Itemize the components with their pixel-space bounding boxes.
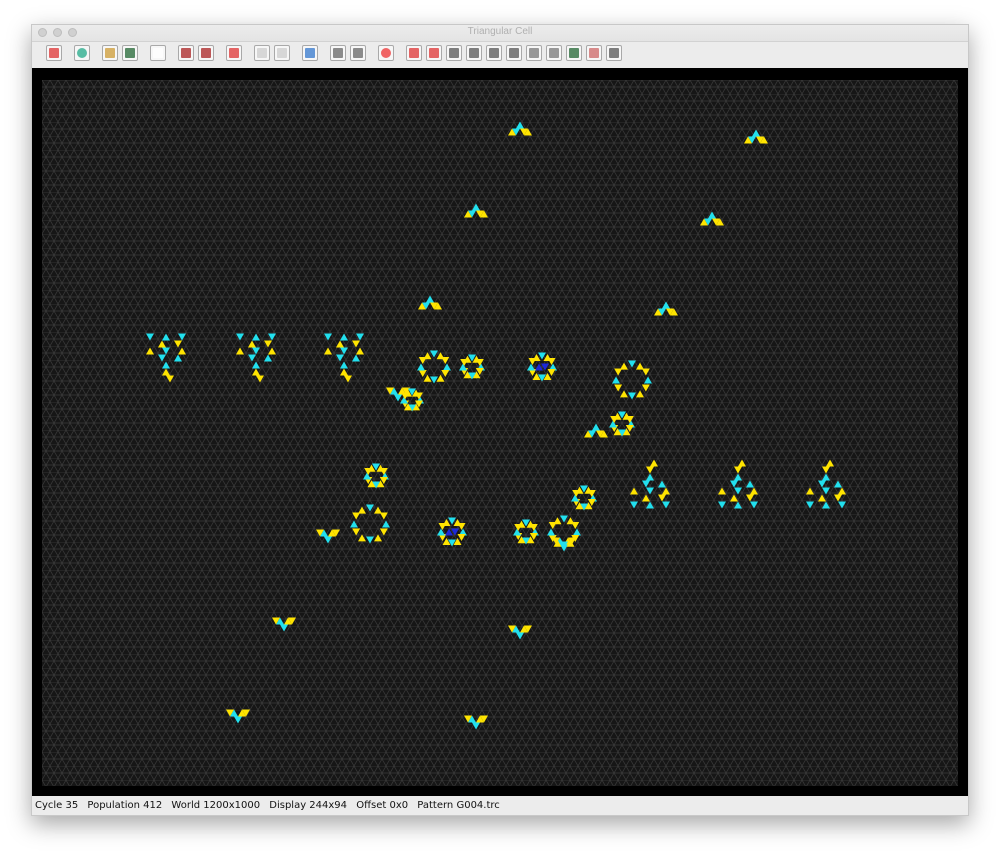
list-icon <box>333 48 343 58</box>
triangle-button[interactable] <box>486 45 502 61</box>
save-disk-button[interactable] <box>122 45 138 61</box>
close-red-x-button[interactable] <box>46 45 62 61</box>
run-button[interactable] <box>178 45 194 61</box>
close-red-x-icon <box>49 48 59 58</box>
world-size: World 1200x1000 <box>171 800 261 811</box>
clear-alt-button[interactable] <box>426 45 442 61</box>
run-icon <box>181 48 191 58</box>
display-size: Display 244x94 <box>269 800 348 811</box>
pattern-button[interactable] <box>586 45 602 61</box>
grid-icon <box>277 48 287 58</box>
triangle-alt-icon <box>509 48 519 58</box>
colors-button[interactable] <box>378 45 394 61</box>
triangle-flip-icon <box>469 48 479 58</box>
app-window: Triangular Cell Cycle 35 Population 412 … <box>31 24 969 816</box>
triangle-icon <box>489 48 499 58</box>
globe-button[interactable] <box>74 45 90 61</box>
grid-lines <box>42 80 958 786</box>
open-folder-icon <box>105 48 115 58</box>
step-icon <box>201 48 211 58</box>
globe-icon <box>77 48 87 58</box>
save-green-button[interactable] <box>566 45 582 61</box>
clear-alt-icon <box>429 48 439 58</box>
save-disk-icon <box>125 48 135 58</box>
title-bar: Triangular Cell <box>32 25 968 42</box>
palette-button[interactable] <box>302 45 318 61</box>
rotate-left-button[interactable] <box>446 45 462 61</box>
status-bar: Cycle 35 Population 412 World 1200x1000 … <box>32 797 971 815</box>
cycle-count: Cycle 35 <box>35 800 79 811</box>
new-page-icon <box>153 48 163 58</box>
step-button[interactable] <box>198 45 214 61</box>
new-page-button[interactable] <box>150 45 166 61</box>
list-button[interactable] <box>330 45 346 61</box>
scissors-button[interactable] <box>606 45 622 61</box>
triangle-flip-button[interactable] <box>466 45 482 61</box>
select-center-button[interactable] <box>546 45 562 61</box>
stop-x-icon <box>229 48 239 58</box>
palette-icon <box>305 48 315 58</box>
clear-x-button[interactable] <box>406 45 422 61</box>
open-folder-button[interactable] <box>102 45 118 61</box>
cell-grid[interactable] <box>32 68 968 796</box>
scissors-icon <box>609 48 619 58</box>
dice-button[interactable] <box>254 45 270 61</box>
pattern-icon <box>589 48 599 58</box>
list-alt-button[interactable] <box>350 45 366 61</box>
select-center-icon <box>549 48 559 58</box>
triangle-alt-button[interactable] <box>506 45 522 61</box>
pattern-name: Pattern G004.trc <box>417 800 500 811</box>
dice-icon <box>257 48 267 58</box>
select-dots-icon <box>529 48 539 58</box>
grid-button[interactable] <box>274 45 290 61</box>
save-green-icon <box>569 48 579 58</box>
clear-x-icon <box>409 48 419 58</box>
stop-x-button[interactable] <box>226 45 242 61</box>
list-alt-icon <box>353 48 363 58</box>
cell-canvas[interactable] <box>32 68 968 796</box>
select-dots-button[interactable] <box>526 45 542 61</box>
toolbar <box>32 42 968 66</box>
rotate-left-icon <box>449 48 459 58</box>
window-title: Triangular Cell <box>467 26 533 37</box>
colors-icon <box>381 48 391 58</box>
population-count: Population 412 <box>87 800 163 811</box>
offset-value: Offset 0x0 <box>356 800 409 811</box>
